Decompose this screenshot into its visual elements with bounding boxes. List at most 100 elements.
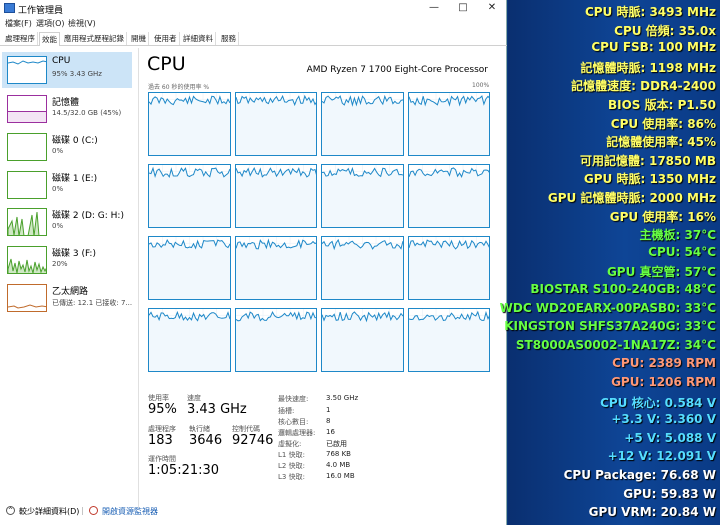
osd-row: GPU 使用率: 16% xyxy=(609,209,716,224)
open-resource-monitor-link[interactable]: 開啟資源監視器 xyxy=(102,506,158,517)
sidebar-item-label: 記憶體 xyxy=(52,98,80,108)
window-title: 工作管理員 xyxy=(18,6,64,16)
resource-sidebar: CPU 95% 3.43 GHz 記憶體 14.5/32.0 GB (45%) … xyxy=(0,48,134,508)
spec-key: 核心數目: xyxy=(278,418,309,426)
memory-thumbnail xyxy=(7,95,47,123)
sidebar-item-disk0[interactable]: 磁碟 0 (C:) 0% xyxy=(2,129,132,165)
core-usage-line xyxy=(149,309,230,371)
spec-value: 1 xyxy=(326,406,331,414)
osd-row: GPU 真空管: 57°C xyxy=(606,265,716,280)
sidebar-item-disk2[interactable]: 磁碟 2 (D: G: H:) 0% xyxy=(2,204,132,240)
core-graph xyxy=(321,236,404,300)
ethernet-thumbnail xyxy=(7,284,47,312)
cpu-model-name: AMD Ryzen 7 1700 Eight-Core Processor xyxy=(306,65,488,75)
osd-row: CPU: 54°C xyxy=(648,244,716,259)
osd-row: CPU 核心: 0.584 V xyxy=(600,395,716,410)
core-usage-line xyxy=(322,165,403,227)
sidebar-item-value: 20% xyxy=(52,260,68,268)
osd-row: +5 V: 5.088 V xyxy=(624,430,716,445)
spec-key: 最快速度: xyxy=(278,395,309,403)
osd-row: 記憶體時脈: 1198 MHz xyxy=(580,60,716,75)
menu-file[interactable]: 檔案(F) xyxy=(5,18,32,29)
task-manager-window: 工作管理員 — □ ✕ 檔案(F) 選項(O) 檢視(V) 處理程序 效能 應用… xyxy=(0,0,507,525)
chevron-up-icon: ^ xyxy=(6,506,15,515)
sidebar-item-label: CPU xyxy=(52,56,71,66)
maximize-button[interactable]: □ xyxy=(449,1,477,15)
core-graph xyxy=(148,164,231,228)
core-graph xyxy=(234,308,317,372)
menu-view[interactable]: 檢視(V) xyxy=(68,18,96,29)
threads-value: 3646 xyxy=(189,433,223,448)
osd-row: CPU Package: 76.68 W xyxy=(563,468,716,482)
sidebar-item-value: 14.5/32.0 GB (45%) xyxy=(52,109,122,117)
core-graph xyxy=(407,164,490,228)
sidebar-item-memory[interactable]: 記憶體 14.5/32.0 GB (45%) xyxy=(2,91,132,127)
core-usage-line xyxy=(322,309,403,371)
core-usage-line xyxy=(408,165,490,227)
core-usage-line xyxy=(408,237,490,299)
core-graph xyxy=(148,308,231,372)
page-title: CPU xyxy=(147,53,186,75)
tab-services[interactable]: 服務 xyxy=(219,32,239,45)
core-graph xyxy=(234,236,317,300)
sidebar-item-value: 0% xyxy=(52,185,64,193)
menu-options[interactable]: 選項(O) xyxy=(36,18,65,29)
core-usage-line xyxy=(149,165,230,227)
core-graph xyxy=(407,308,490,372)
spec-key: 邏輯處理器: xyxy=(278,429,316,437)
osd-row: BIOS 版本: P1.50 xyxy=(607,98,716,112)
title-bar: 工作管理員 — □ ✕ xyxy=(0,0,507,17)
core-usage-grid xyxy=(148,92,490,378)
task-manager-icon xyxy=(4,3,15,13)
disk3-thumbnail xyxy=(7,246,47,274)
core-usage-line xyxy=(235,309,317,371)
handles-value: 92746 xyxy=(232,433,274,448)
core-graph xyxy=(407,92,490,156)
sidebar-item-disk3[interactable]: 磁碟 3 (F:) 20% xyxy=(2,242,132,278)
sidebar-item-label: 磁碟 2 (D: G: H:) xyxy=(52,211,124,221)
sidebar-item-disk1[interactable]: 磁碟 1 (E:) 0% xyxy=(2,167,132,203)
osd-row: 記憶體使用率: 45% xyxy=(606,135,716,150)
tab-performance[interactable]: 效能 xyxy=(39,32,60,46)
osd-row: ST8000AS0002-1NA17Z: 34°C xyxy=(515,337,716,352)
core-usage-line xyxy=(235,165,317,227)
status-divider: | xyxy=(81,506,84,515)
sidebar-item-label: 乙太網路 xyxy=(52,287,89,297)
osd-row: GPU 時脈: 1350 MHz xyxy=(583,172,716,187)
sidebar-item-label: 磁碟 3 (F:) xyxy=(52,249,96,259)
osd-row: CPU 時脈: 3493 MHz xyxy=(584,5,716,19)
osd-row: GPU: 59.83 W xyxy=(623,486,716,501)
tab-app-history[interactable]: 應用程式歷程記錄 xyxy=(62,32,127,45)
sidebar-item-cpu[interactable]: CPU 95% 3.43 GHz xyxy=(2,52,132,88)
less-details-link[interactable]: 較少詳細資料(D) xyxy=(19,506,79,517)
core-graph xyxy=(321,308,404,372)
osd-row: 可用記憶體: 17850 MB xyxy=(580,153,716,168)
core-usage-line xyxy=(235,93,317,155)
spec-value: 16.0 MB xyxy=(326,472,355,480)
sidebar-item-value: 0% xyxy=(52,147,64,155)
osd-row: WDC WD20EARX-00PASB0: 33°C xyxy=(499,300,716,315)
minimize-button[interactable]: — xyxy=(420,1,448,15)
tab-startup[interactable]: 開機 xyxy=(129,32,149,45)
core-usage-line xyxy=(149,93,230,155)
core-usage-line xyxy=(235,237,317,299)
spec-value: 4.0 MB xyxy=(326,461,351,469)
status-bar: ^ 較少詳細資料(D) | 開啟資源監視器 xyxy=(0,503,507,525)
osd-row: BIOSTAR S100-240GB: 48°C xyxy=(530,282,716,296)
osd-row: GPU: 1206 RPM xyxy=(611,375,716,389)
sidebar-item-label: 磁碟 0 (C:) xyxy=(52,136,98,146)
disk2-thumbnail xyxy=(7,208,47,236)
spec-key: 虛擬化: xyxy=(278,440,302,448)
sidebar-item-value: 95% 3.43 GHz xyxy=(52,70,102,78)
core-usage-line xyxy=(149,237,230,299)
osd-row: +12 V: 12.091 V xyxy=(607,449,716,464)
chart-caption: 過去 60 秒的使用率 % xyxy=(148,84,210,91)
close-button[interactable]: ✕ xyxy=(478,1,506,15)
sidebar-item-ethernet[interactable]: 乙太網路 已傳送: 12.1 已接收: 7... xyxy=(2,280,132,316)
tab-details[interactable]: 詳細資料 xyxy=(181,32,216,45)
spec-value: 768 KB xyxy=(326,450,351,458)
sidebar-item-label: 磁碟 1 (E:) xyxy=(52,174,98,184)
tab-processes[interactable]: 處理程序 xyxy=(3,32,38,45)
tab-users[interactable]: 使用者 xyxy=(152,32,180,45)
core-usage-line xyxy=(408,309,490,371)
